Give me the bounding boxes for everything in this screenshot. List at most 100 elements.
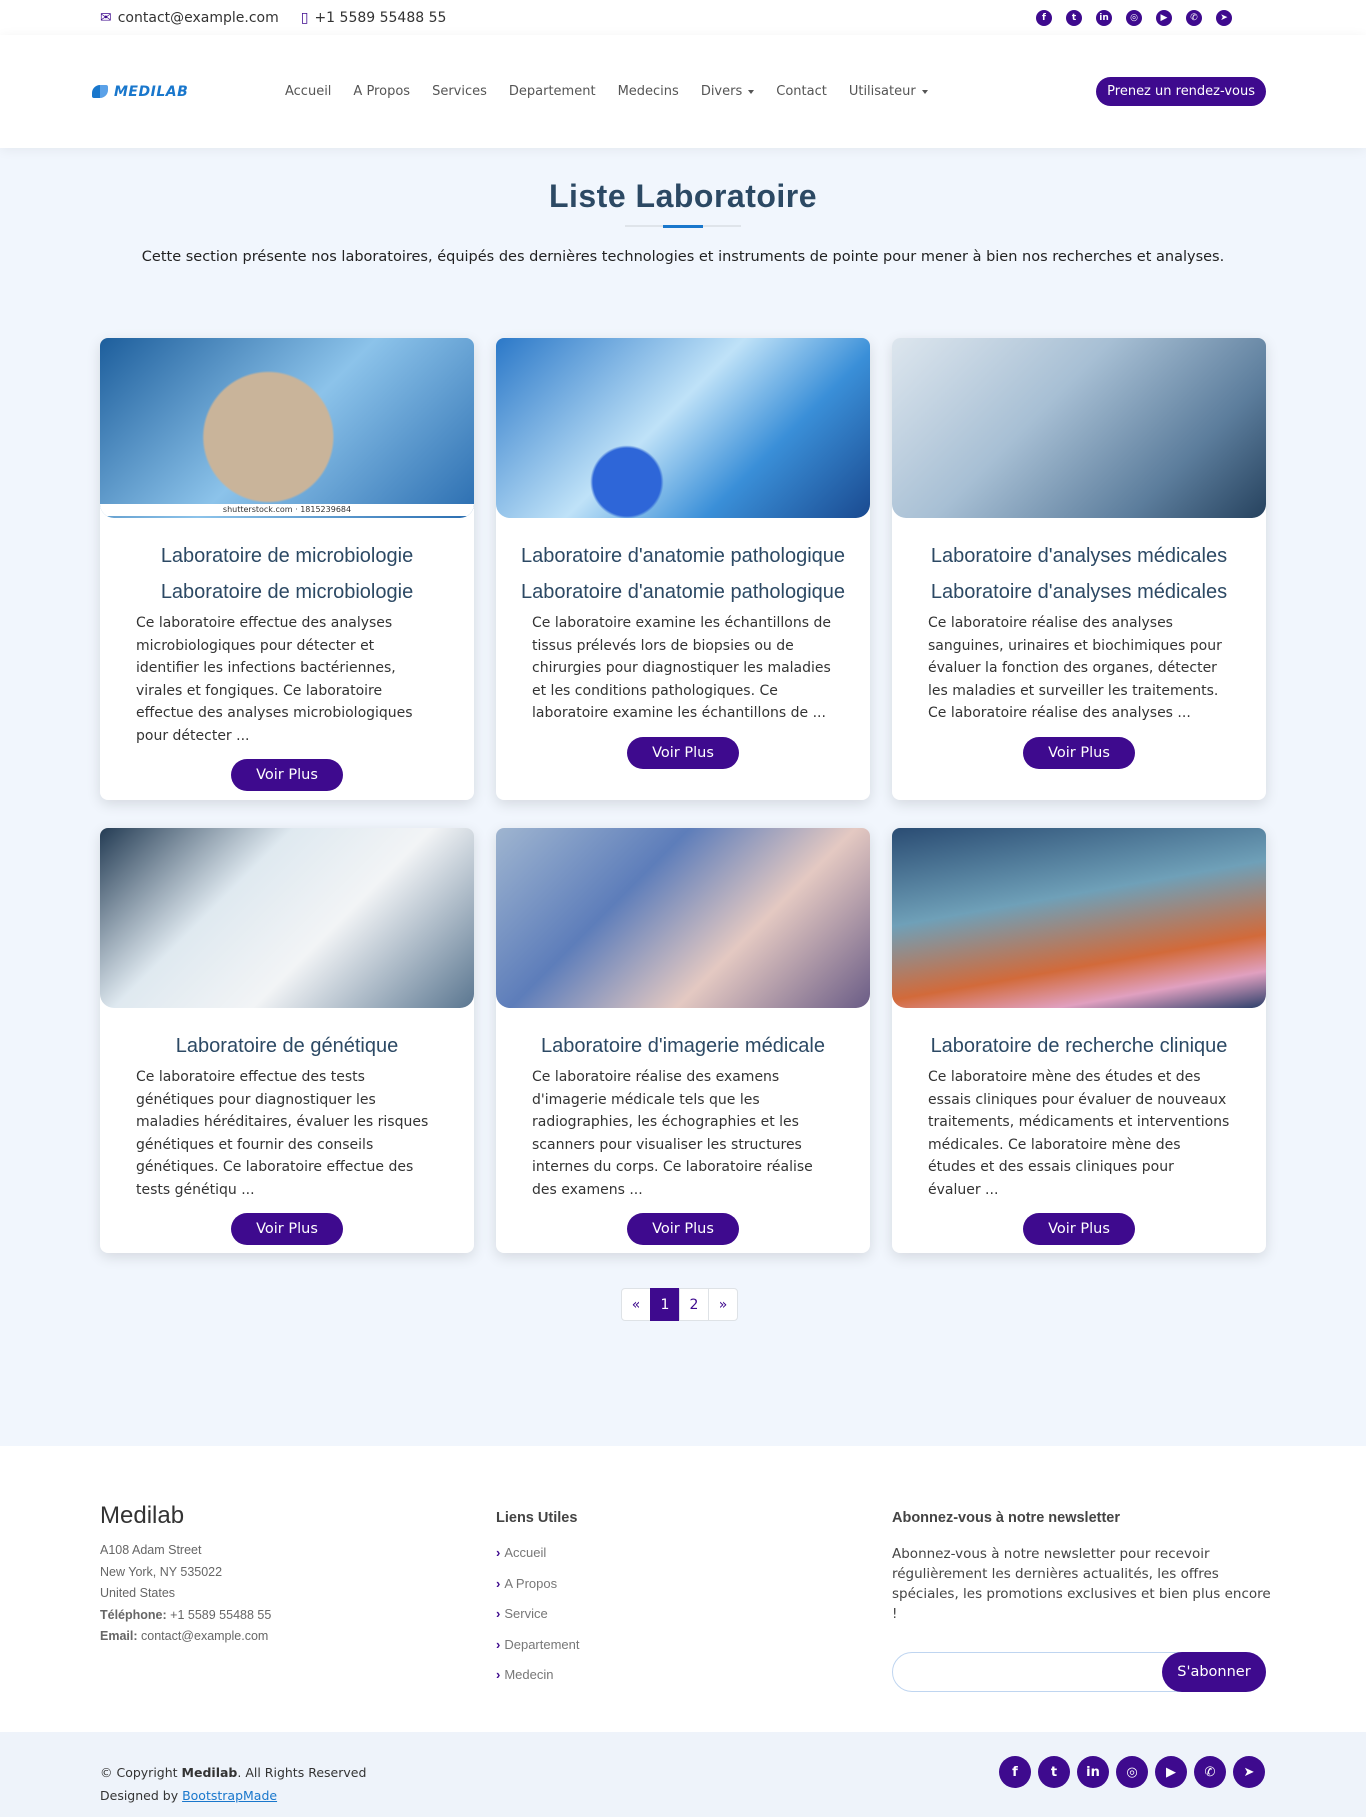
nav-medecins[interactable]: Medecins — [607, 84, 690, 99]
voir-plus-button[interactable]: Voir Plus — [1023, 1213, 1135, 1245]
linkedin-icon[interactable]: in — [1096, 9, 1112, 26]
nav-accueil[interactable]: Accueil — [274, 84, 342, 99]
footer-social: f t in ◎ ▶ ✆ ➤ — [999, 1756, 1265, 1788]
lab-image — [496, 338, 870, 518]
chevron-right-icon: › — [496, 1575, 501, 1591]
copyright-suffix: . All Rights Reserved — [237, 1765, 367, 1780]
voir-plus-button[interactable]: Voir Plus — [627, 1213, 739, 1245]
pagination-page-1[interactable]: 1 — [650, 1288, 680, 1321]
pagination-next[interactable]: » — [708, 1288, 738, 1321]
linkedin-icon[interactable]: in — [1077, 1756, 1109, 1788]
youtube-icon[interactable]: ▶ — [1155, 1756, 1187, 1788]
lab-image — [892, 338, 1266, 518]
image-caption: shutterstock.com · 1815239684 — [100, 504, 474, 516]
address-line: A108 Adam Street — [100, 1543, 202, 1557]
designer-link[interactable]: BootstrapMade — [182, 1788, 277, 1803]
footer-email: Email: contact@example.com — [100, 1626, 271, 1648]
instagram-icon[interactable]: ◎ — [1116, 1756, 1148, 1788]
footer-link-accueil[interactable]: › Accueil — [496, 1538, 580, 1569]
newsletter-form: S'abonner — [892, 1652, 1266, 1692]
lab-image — [892, 828, 1266, 1008]
subscribe-button[interactable]: S'abonner — [1162, 1652, 1266, 1692]
lab-card: Laboratoire d'anatomie pathologique Labo… — [496, 338, 870, 800]
copyright-brand: Medilab — [181, 1765, 238, 1780]
lab-image: shutterstock.com · 1815239684 — [100, 338, 474, 518]
footer-link-service[interactable]: › Service — [496, 1599, 580, 1630]
logo-mark-icon — [92, 85, 108, 98]
copyright-prefix: © Copyright — [100, 1765, 178, 1780]
nav-utilisateur-dropdown[interactable]: Utilisateur — [838, 84, 939, 99]
footer-address: A108 Adam Street New York, NY 535022 Uni… — [100, 1540, 271, 1648]
voir-plus-button[interactable]: Voir Plus — [231, 759, 343, 791]
lab-card-description: Ce laboratoire réalise des examens d'ima… — [532, 1069, 813, 1198]
twitter-icon[interactable]: t — [1066, 9, 1082, 26]
facebook-icon[interactable]: f — [999, 1756, 1031, 1788]
telegram-icon[interactable]: ➤ — [1233, 1756, 1265, 1788]
instagram-icon[interactable]: ◎ — [1126, 9, 1142, 26]
lab-card-title: Laboratoire d'anatomie pathologique — [520, 545, 846, 567]
address-line: United States — [100, 1586, 176, 1600]
lab-card: Laboratoire de recherche clinique Ce lab… — [892, 828, 1266, 1253]
topbar-social: f t in ◎ ▶ ✆ ➤ — [1036, 9, 1232, 26]
voir-plus-button[interactable]: Voir Plus — [231, 1213, 343, 1245]
pagination-page-2[interactable]: 2 — [679, 1288, 709, 1321]
telegram-icon[interactable]: ➤ — [1216, 9, 1232, 26]
phone-icon: ▯ — [300, 9, 309, 26]
footer-link-departement[interactable]: › Departement — [496, 1630, 580, 1661]
lab-card-title: Laboratoire de microbiologie — [160, 545, 414, 567]
footer-links: Liens Utiles › Accueil › A Propos › Service… — [496, 1502, 580, 1691]
appointment-button[interactable]: Prenez un rendez-vous — [1096, 77, 1266, 106]
section-header: Liste Laboratoire Cette section présente… — [0, 148, 1366, 265]
nav-label: Medecins — [617, 84, 679, 99]
whatsapp-icon[interactable]: ✆ — [1194, 1756, 1226, 1788]
nav-departement[interactable]: Departement — [498, 84, 607, 99]
copyright-line: © Copyright Medilab. All Rights Reserved — [100, 1761, 366, 1784]
newsletter-title: Abonnez-vous à notre newsletter — [892, 1510, 1121, 1526]
designed-by-label: Designed by — [100, 1788, 179, 1803]
twitter-icon[interactable]: t — [1038, 1756, 1070, 1788]
footer-link-label: Service — [504, 1606, 548, 1621]
nav-label: Services — [432, 84, 487, 99]
lab-card-description: Ce laboratoire examine les échantillons … — [532, 615, 831, 721]
chevron-right-icon: › — [496, 1636, 501, 1652]
lab-card-description: Ce laboratoire effectue des tests généti… — [136, 1069, 429, 1198]
whatsapp-icon[interactable]: ✆ — [1186, 9, 1202, 26]
nav-a-propos[interactable]: A Propos — [342, 84, 421, 99]
nav-label: A Propos — [353, 84, 411, 99]
nav-contact[interactable]: Contact — [765, 84, 838, 99]
logo[interactable]: MEDILAB — [92, 84, 274, 100]
footer-link-label: Medecin — [504, 1667, 554, 1682]
footer-link-a-propos[interactable]: › A Propos — [496, 1569, 580, 1600]
main-nav: Accueil A Propos Services Departement Me… — [274, 84, 1096, 99]
topbar-phone[interactable]: ▯ +1 5589 55488 55 — [301, 10, 447, 26]
lab-card-subtitle: Laboratoire de microbiologie — [160, 581, 414, 603]
lab-card-title: Laboratoire de génétique — [175, 1035, 399, 1057]
topbar-email[interactable]: ✉ contact@example.com — [100, 10, 279, 26]
logo-text: MEDILAB — [114, 83, 189, 100]
lab-grid: shutterstock.com · 1815239684 Laboratoir… — [100, 338, 1267, 1253]
topbar: ✉ contact@example.com ▯ +1 5589 55488 55… — [0, 0, 1366, 35]
nav-divers-dropdown[interactable]: Divers — [690, 84, 765, 99]
newsletter-email-input[interactable] — [893, 1653, 1161, 1691]
footer-link-label: Departement — [504, 1636, 580, 1652]
caret-down-icon — [921, 89, 928, 94]
youtube-icon[interactable]: ▶ — [1156, 9, 1172, 26]
nav-label: Utilisateur — [848, 84, 916, 99]
chevron-right-icon: › — [496, 1545, 501, 1560]
caret-down-icon — [748, 89, 755, 94]
lab-card: shutterstock.com · 1815239684 Laboratoir… — [100, 338, 474, 800]
nav-label: Accueil — [285, 84, 332, 99]
address-line: New York, NY 535022 — [100, 1564, 223, 1579]
voir-plus-button[interactable]: Voir Plus — [627, 736, 739, 769]
chevron-right-icon: › — [496, 1667, 501, 1682]
footer-link-medecin[interactable]: › Medecin — [496, 1660, 580, 1691]
lab-card-title: Laboratoire d'imagerie médicale — [541, 1035, 825, 1057]
pagination-prev[interactable]: « — [621, 1288, 651, 1321]
footer-phone: Téléphone: +1 5589 55488 55 — [100, 1605, 271, 1627]
pagination: « 1 2 » — [621, 1288, 738, 1321]
lab-card: Laboratoire d'imagerie médicale Ce labor… — [496, 828, 870, 1253]
nav-services[interactable]: Services — [421, 84, 498, 99]
topbar-contact: ✉ contact@example.com ▯ +1 5589 55488 55 — [100, 10, 446, 26]
voir-plus-button[interactable]: Voir Plus — [1023, 736, 1135, 769]
facebook-icon[interactable]: f — [1036, 9, 1052, 26]
